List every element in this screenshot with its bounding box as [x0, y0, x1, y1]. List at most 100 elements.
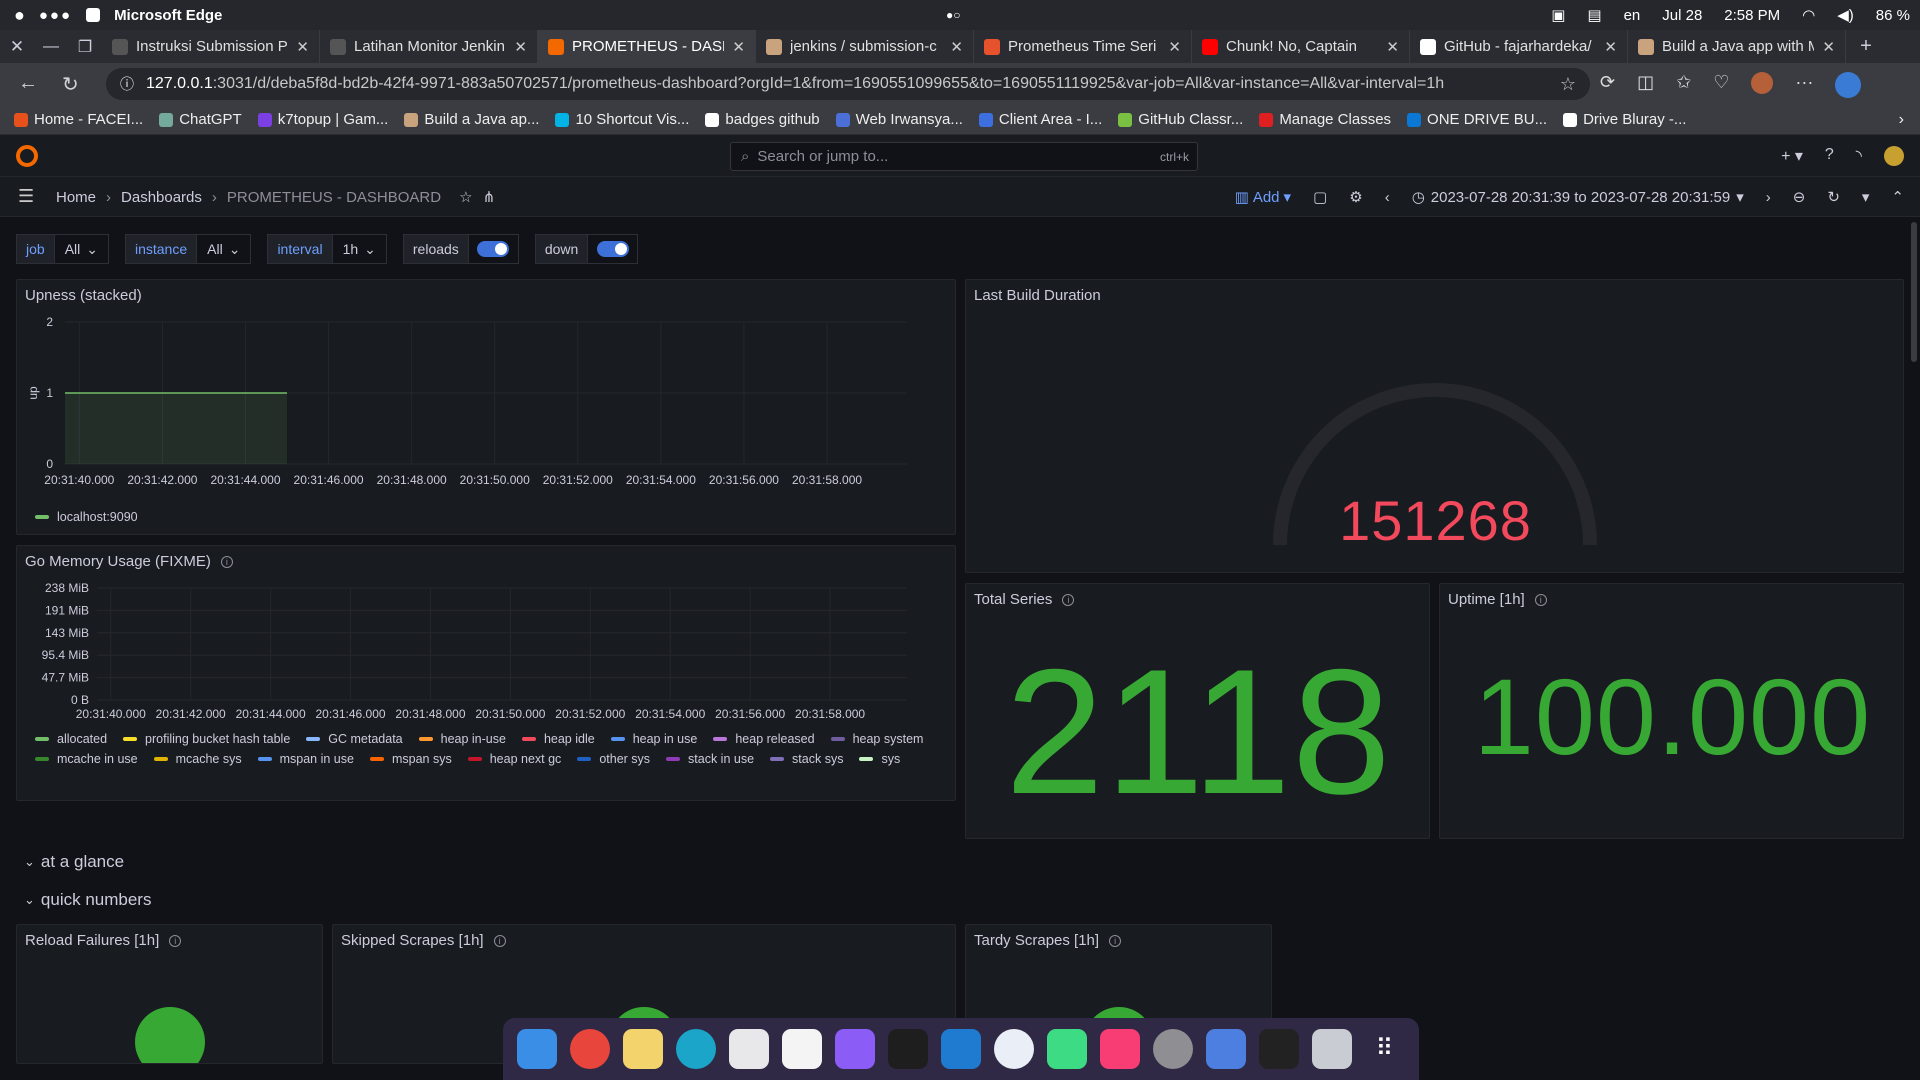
- legend-item[interactable]: mcache sys: [153, 752, 242, 766]
- tab-close-icon[interactable]: ✕: [1604, 38, 1617, 56]
- new-dropdown-icon[interactable]: + ▾: [1781, 146, 1803, 166]
- uptime-panel[interactable]: Uptime [1h] i 100.000: [1439, 583, 1904, 839]
- variable-job-select[interactable]: All ⌄: [54, 234, 109, 264]
- legend-item[interactable]: heap released: [713, 732, 815, 746]
- android-studio-icon[interactable]: [1046, 1029, 1087, 1069]
- legend-item[interactable]: heap idle: [521, 732, 595, 746]
- search-input[interactable]: ⌕ Search or jump to... ctrl+k: [730, 142, 1198, 171]
- bookmark-item[interactable]: 10 Shortcut Vis...: [547, 111, 697, 128]
- zoom-out-icon[interactable]: ⊖: [1782, 188, 1817, 206]
- date-label[interactable]: Jul 28: [1662, 7, 1702, 24]
- text-editor-icon[interactable]: [729, 1029, 770, 1069]
- toggles-app-icon[interactable]: [1205, 1029, 1246, 1069]
- volume-icon[interactable]: ◀): [1837, 6, 1854, 24]
- total-series-panel[interactable]: Total Series i 2118: [965, 583, 1430, 839]
- browser-tab[interactable]: jenkins / submission-c ✕: [756, 30, 974, 63]
- star-dashboard-icon[interactable]: ☆: [459, 188, 472, 206]
- bookmark-item[interactable]: ONE DRIVE BU...: [1399, 111, 1555, 128]
- bookmark-item[interactable]: Home - FACEI...: [6, 111, 151, 128]
- legend-item[interactable]: localhost:9090: [35, 510, 138, 524]
- bookmarks-overflow-icon[interactable]: ›: [1899, 111, 1904, 129]
- tab-close-icon[interactable]: ✕: [1822, 38, 1835, 56]
- share-icon[interactable]: ⋔: [483, 188, 496, 206]
- apple-icon[interactable]: ●: [14, 5, 25, 26]
- favorite-star-icon[interactable]: ☆: [1560, 74, 1576, 95]
- legend-item[interactable]: GC metadata: [306, 732, 403, 746]
- favorites-icon[interactable]: ✩: [1676, 72, 1691, 98]
- scrollbar[interactable]: [1911, 222, 1917, 362]
- grafana-logo-icon[interactable]: [16, 145, 38, 167]
- site-info-icon[interactable]: ⓘ: [120, 74, 134, 94]
- bookmark-item[interactable]: ChatGPT: [151, 111, 250, 128]
- menu-hamburger-icon[interactable]: ☰: [18, 186, 34, 207]
- restore-icon[interactable]: ❐: [68, 37, 102, 57]
- browser-tab[interactable]: Build a Java app with M ✕: [1628, 30, 1846, 63]
- row-quick-numbers[interactable]: ⌄ quick numbers: [24, 890, 151, 910]
- bookmark-item[interactable]: Client Area - I...: [971, 111, 1110, 128]
- split-screen-icon[interactable]: ◫: [1637, 72, 1654, 98]
- legend-item[interactable]: heap next gc: [467, 752, 561, 766]
- finder-icon[interactable]: [517, 1029, 558, 1069]
- collapse-icon[interactable]: ⌃: [1880, 188, 1920, 206]
- breadcrumb-home[interactable]: Home: [56, 189, 96, 206]
- wifi-icon[interactable]: ◠: [1802, 6, 1815, 24]
- bing-copilot-icon[interactable]: [1835, 72, 1862, 98]
- calendar-icon[interactable]: [782, 1029, 823, 1069]
- intellij-icon[interactable]: [1099, 1029, 1140, 1069]
- tab-close-icon[interactable]: ✕: [950, 38, 963, 56]
- variable-interval-select[interactable]: 1h ⌄: [332, 234, 387, 264]
- system-settings-icon[interactable]: [1152, 1029, 1193, 1069]
- info-icon[interactable]: i: [493, 934, 506, 947]
- legend-item[interactable]: stack sys: [770, 752, 843, 766]
- bookmark-item[interactable]: k7topup | Gam...: [250, 111, 397, 128]
- user-avatar[interactable]: [1884, 146, 1904, 166]
- save-dashboard-icon[interactable]: ▢: [1302, 188, 1338, 206]
- bookmark-item[interactable]: badges github: [697, 111, 827, 128]
- news-feed-icon[interactable]: ◝: [1856, 146, 1862, 166]
- notes-icon[interactable]: [623, 1029, 664, 1069]
- minimize-icon[interactable]: —: [34, 38, 68, 56]
- legend-item[interactable]: other sys: [577, 752, 650, 766]
- time-forward-icon[interactable]: ›: [1755, 189, 1782, 206]
- browser-tab[interactable]: Latihan Monitor Jenkin ✕: [320, 30, 538, 63]
- help-icon[interactable]: ?: [1825, 146, 1834, 166]
- browser-tab[interactable]: PROMETHEUS - DASH ✕: [538, 30, 756, 63]
- memory-chart[interactable]: 0 B 47.7 MiB 95.4 MiB 143 MiB 191 MiB 238 MiB…: [17, 578, 955, 754]
- add-button[interactable]: ▥ Add ▾: [1224, 188, 1302, 207]
- browser-tab[interactable]: Prometheus Time Seri ✕: [974, 30, 1192, 63]
- tab-close-icon[interactable]: ✕: [1386, 38, 1399, 56]
- legend-item[interactable]: sys: [859, 752, 900, 766]
- time-picker[interactable]: ◷ 2023-07-28 20:31:39 to 2023-07-28 20:3…: [1401, 188, 1755, 207]
- last-build-duration-panel[interactable]: Last Build Duration 151268: [965, 279, 1904, 573]
- window-controls-icon[interactable]: ●●●: [39, 7, 72, 24]
- info-icon[interactable]: i: [1062, 593, 1075, 606]
- launchpad-icon[interactable]: ⠿: [1364, 1029, 1404, 1069]
- bookmark-item[interactable]: Build a Java ap...: [396, 111, 547, 128]
- settings-gear-icon[interactable]: ⚙: [1338, 188, 1373, 206]
- close-window-icon[interactable]: ✕: [0, 37, 34, 57]
- info-icon[interactable]: i: [1534, 593, 1547, 606]
- reload-icon[interactable]: ↻: [62, 72, 79, 97]
- browser-tab[interactable]: Chunk! No, Captain ✕: [1192, 30, 1410, 63]
- breadcrumb-dashboards[interactable]: Dashboards: [121, 189, 202, 206]
- time-back-icon[interactable]: ‹: [1374, 189, 1401, 206]
- legend-item[interactable]: mspan in use: [257, 752, 354, 766]
- legend-item[interactable]: heap system: [830, 732, 923, 746]
- info-icon[interactable]: i: [169, 934, 182, 947]
- legend-item[interactable]: allocated: [35, 732, 107, 746]
- edge-icon[interactable]: [676, 1029, 717, 1069]
- row-at-a-glance[interactable]: ⌄ at a glance: [24, 852, 124, 872]
- tab-close-icon[interactable]: ✕: [514, 38, 527, 56]
- variable-instance-select[interactable]: All ⌄: [197, 234, 252, 264]
- infinity-app-icon[interactable]: [835, 1029, 876, 1069]
- time-label[interactable]: 2:58 PM: [1724, 7, 1780, 24]
- chrome-icon[interactable]: [570, 1029, 611, 1069]
- browser-tab[interactable]: GitHub - fajarhardeka/ ✕: [1410, 30, 1628, 63]
- down-toggle[interactable]: [588, 234, 639, 264]
- upness-chart[interactable]: 0 1 2 20:31:40.000 20:31:42.000 20:31:44.000 2…: [17, 316, 955, 516]
- new-tab-button[interactable]: +: [1846, 35, 1886, 58]
- bookmark-item[interactable]: Drive Bluray -...: [1555, 111, 1694, 128]
- clipboard-icon[interactable]: ▤: [1587, 6, 1601, 24]
- bookmark-item[interactable]: Web Irwansya...: [828, 111, 971, 128]
- battery-label[interactable]: 86 %: [1876, 7, 1910, 24]
